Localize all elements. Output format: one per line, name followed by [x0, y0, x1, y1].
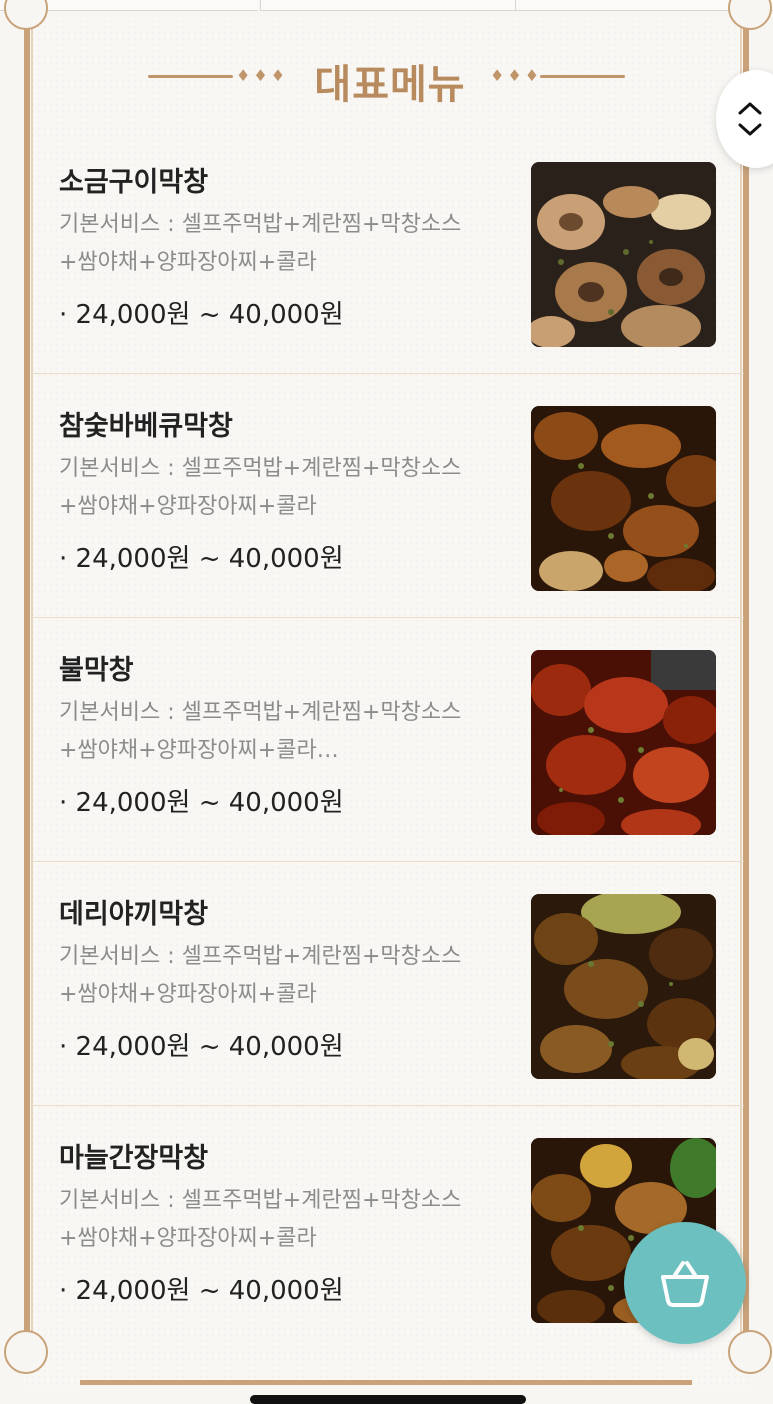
menu-item-photo-grilled-salt-makchang[interactable] [531, 162, 716, 347]
top-tab-2[interactable] [260, 0, 516, 11]
cart-button[interactable] [624, 1222, 746, 1344]
menu-item-price: · 24,000원 ~ 40,000원 [59, 788, 344, 818]
menu-item-name: 소금구이막창 [59, 167, 209, 198]
header-ornament-left: ♦♦♦ [236, 66, 289, 85]
menu-item-photo-spicy-fire-makchang[interactable] [531, 650, 716, 835]
menu-item[interactable]: 불막창 기본서비스 : 셀프주먹밥+계란찜+막창소스+쌈야채+양파장아찌+콜라…… [32, 618, 744, 862]
menu-list: 소금구이막창 기본서비스 : 셀프주먹밥+계란찜+막창소스+쌈야채+양파장아찌+… [32, 130, 744, 1349]
menu-item-description: 기본서비스 : 셀프주먹밥+계란찜+막창소스+쌈야채+양파장아찌+콜라… [59, 700, 462, 763]
menu-item-name: 불막창 [59, 655, 134, 686]
frame-border-bottom [80, 1380, 692, 1385]
menu-item-description: 기본서비스 : 셀프주먹밥+계란찜+막창소스+쌈야채+양파장아찌+콜라 [59, 1188, 462, 1251]
menu-item-description: 기본서비스 : 셀프주먹밥+계란찜+막창소스+쌈야채+양파장아찌+콜라 [59, 944, 462, 1007]
menu-item-photo-teriyaki-makchang[interactable] [531, 894, 716, 1079]
menu-item[interactable]: 데리야끼막창 기본서비스 : 셀프주먹밥+계란찜+막창소스+쌈야채+양파장아찌+… [32, 862, 744, 1106]
menu-item-description: 기본서비스 : 셀프주먹밥+계란찜+막창소스+쌈야채+양파장아찌+콜라 [59, 456, 462, 519]
top-tab-bar [0, 0, 773, 11]
home-indicator[interactable] [250, 1395, 526, 1404]
header-line-left [148, 75, 233, 78]
header-line-right [540, 75, 625, 78]
menu-item-price: · 24,000원 ~ 40,000원 [59, 544, 344, 574]
menu-item-name: 참숯바베큐막창 [59, 411, 233, 442]
frame-border-left [24, 28, 30, 1338]
menu-item-photo-charcoal-bbq-makchang[interactable] [531, 406, 716, 591]
menu-item[interactable]: 참숯바베큐막창 기본서비스 : 셀프주먹밥+계란찜+막창소스+쌈야채+양파장아찌… [32, 374, 744, 618]
menu-item-name: 마늘간장막창 [59, 1143, 209, 1174]
section-header: ♦♦♦ 대표메뉴 ♦♦♦ [140, 48, 640, 108]
shopping-basket-icon [661, 1261, 709, 1307]
section-title: 대표메뉴 [314, 62, 466, 108]
menu-item-name: 데리야끼막창 [59, 899, 209, 930]
menu-item-description: 기본서비스 : 셀프주먹밥+계란찜+막창소스+쌈야채+양파장아찌+콜라 [59, 212, 462, 275]
menu-item-price: · 24,000원 ~ 40,000원 [59, 1276, 344, 1306]
header-ornament-right: ♦♦♦ [490, 66, 543, 85]
menu-item-price: · 24,000원 ~ 40,000원 [59, 300, 344, 330]
menu-item-price: · 24,000원 ~ 40,000원 [59, 1032, 344, 1062]
menu-item[interactable]: 소금구이막창 기본서비스 : 셀프주먹밥+계란찜+막창소스+쌈야채+양파장아찌+… [32, 130, 744, 374]
